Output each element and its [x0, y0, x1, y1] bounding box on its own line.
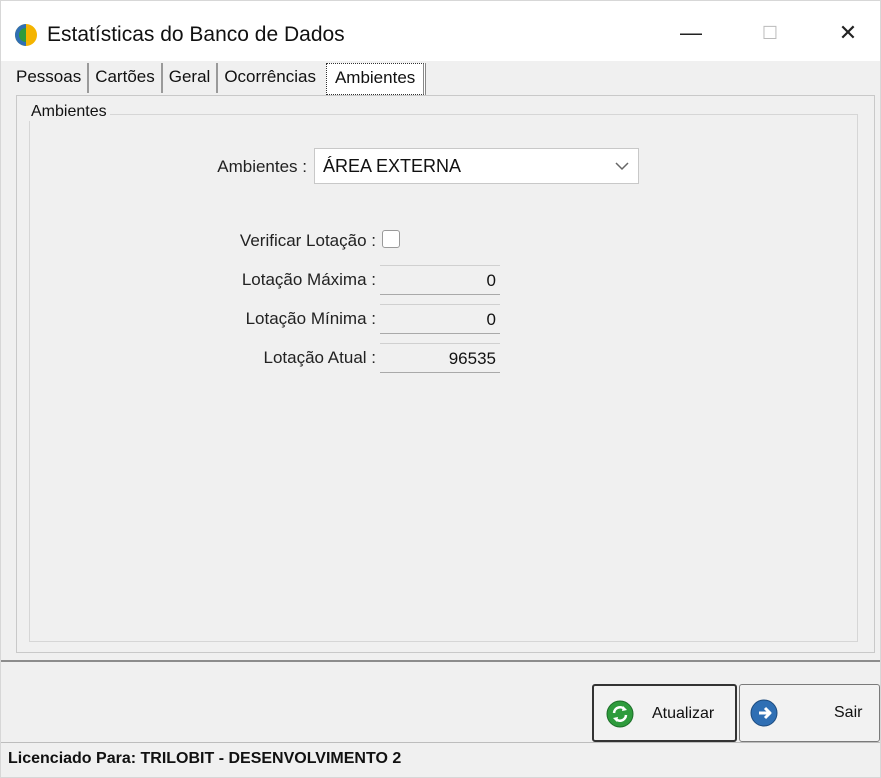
tab-cartoes[interactable]: Cartões: [89, 63, 163, 93]
refresh-icon: [606, 700, 634, 728]
statistics-window: Estatísticas do Banco de Dados — ☐ ✕ Pes…: [0, 0, 881, 778]
lotacao-minima-label: Lotação Mínima :: [245, 309, 376, 328]
update-button-label: Atualizar: [652, 705, 715, 722]
license-status: Licenciado Para: TRILOBIT - DESENVOLVIME…: [8, 750, 402, 767]
tab-strip: Pessoas Cartões Geral Ocorrências Ambien…: [13, 63, 427, 95]
group-title: Ambientes: [28, 103, 110, 121]
tab-pessoas[interactable]: Pessoas: [13, 63, 90, 93]
minimize-button[interactable]: —: [656, 11, 726, 55]
ambientes-group: [29, 114, 858, 642]
close-button[interactable]: ✕: [813, 11, 881, 55]
exit-icon: [750, 699, 778, 727]
lotacao-atual-label: Lotação Atual :: [263, 348, 376, 367]
ambientes-label: Ambientes :: [217, 157, 307, 176]
tab-ocorrencias[interactable]: Ocorrências: [218, 63, 322, 93]
lotacao-minima-field: 0: [380, 304, 500, 334]
divider: [1, 660, 880, 662]
lotacao-maxima-field: 0: [380, 265, 500, 295]
exit-button-label: Sair: [834, 704, 863, 721]
status-divider: [1, 742, 880, 743]
ambientes-select-value: ÁREA EXTERNA: [323, 156, 462, 176]
update-button[interactable]: Atualizar: [592, 684, 737, 742]
maximize-button[interactable]: ☐: [735, 11, 805, 55]
lotacao-atual-field: 96535: [380, 343, 500, 373]
tab-ambientes[interactable]: Ambientes: [325, 63, 427, 95]
exit-button[interactable]: Sair: [739, 684, 880, 742]
title-bar[interactable]: Estatísticas do Banco de Dados — ☐ ✕: [1, 1, 880, 61]
verificar-lotacao-label: Verificar Lotação :: [239, 231, 376, 250]
app-logo-icon: [15, 24, 37, 46]
verificar-lotacao-checkbox[interactable]: [382, 230, 400, 248]
tab-geral[interactable]: Geral: [163, 63, 219, 93]
chevron-down-icon: [615, 162, 629, 171]
lotacao-maxima-label: Lotação Máxima :: [241, 270, 376, 289]
window-title: Estatísticas do Banco de Dados: [47, 23, 345, 46]
ambientes-select[interactable]: ÁREA EXTERNA: [314, 148, 639, 184]
